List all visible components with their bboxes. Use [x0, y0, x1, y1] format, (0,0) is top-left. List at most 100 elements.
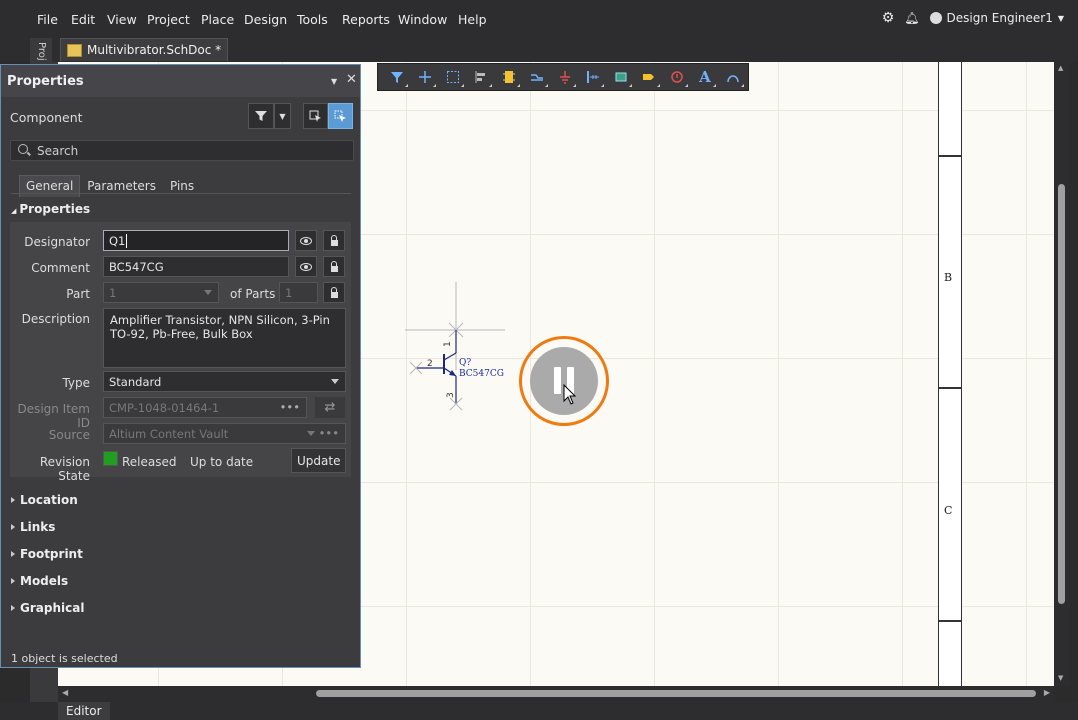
menu-edit[interactable]: Edit	[71, 12, 95, 27]
part-label: Part	[66, 287, 90, 301]
scroll-down-arrow-icon[interactable]: ▼	[1058, 674, 1063, 682]
section-graphical-header[interactable]: Graphical	[11, 601, 84, 615]
revision-status-swatch	[103, 451, 118, 466]
bell-icon[interactable]: 🔔︎	[904, 11, 919, 25]
video-pause-button[interactable]	[519, 336, 609, 426]
comment-visibility-button[interactable]	[295, 256, 317, 277]
select-objects-icon	[309, 110, 321, 122]
filter-dropdown-button[interactable]: ▼	[274, 103, 291, 129]
menu-project[interactable]: Project	[147, 12, 190, 27]
menu-file[interactable]: File	[37, 12, 58, 27]
vertical-scrollbar[interactable]: ▲ ▼	[1054, 62, 1070, 686]
pin-number-2: 2	[427, 359, 433, 369]
designator-visibility-button[interactable]	[295, 230, 317, 251]
bus-entry-icon[interactable]	[582, 66, 604, 88]
tab-divider	[11, 193, 351, 194]
crosshair-move-icon[interactable]	[414, 66, 436, 88]
lock-icon	[330, 286, 338, 298]
gear-icon[interactable]: ⚙	[882, 10, 895, 26]
search-input[interactable]	[35, 143, 339, 159]
vertical-scroll-thumb[interactable]	[1058, 184, 1065, 604]
horizontal-scroll-thumb[interactable]	[316, 690, 1036, 697]
scroll-right-arrow-icon[interactable]: ▶	[1044, 688, 1050, 697]
arc-icon[interactable]	[722, 66, 744, 88]
editor-tab[interactable]: Editor	[58, 702, 110, 720]
select-rectangle-icon[interactable]	[442, 66, 464, 88]
update-button[interactable]: Update	[291, 448, 346, 473]
sheet-symbol-icon[interactable]	[610, 66, 632, 88]
selection-status: 1 object is selected	[11, 652, 118, 665]
section-location-label: Location	[20, 493, 78, 507]
search-icon	[18, 144, 28, 154]
menu-view[interactable]: View	[107, 12, 137, 27]
designator-lock-button[interactable]	[323, 230, 345, 251]
source-select: Altium Content Vault •••	[103, 423, 346, 444]
swap-component-button[interactable]: ⇄	[315, 397, 345, 418]
panel-title-bar[interactable]: Properties ▼ ✕	[1, 65, 360, 97]
source-value: Altium Content Vault	[109, 427, 229, 441]
active-bar-toolbar: A	[377, 63, 749, 91]
menu-help[interactable]: Help	[458, 12, 487, 27]
directive-icon[interactable]	[666, 66, 688, 88]
chevron-right-icon	[11, 497, 15, 503]
port-icon[interactable]	[638, 66, 660, 88]
design-item-id-field: CMP-1048-01464-1 •••	[103, 397, 307, 418]
zone-label-c: C	[944, 504, 953, 517]
design-item-id-value: CMP-1048-01464-1	[109, 401, 220, 415]
place-part-icon[interactable]	[498, 66, 520, 88]
text-string-icon[interactable]: A	[694, 66, 716, 88]
transistor-symbol[interactable]: 1 2 3 Q? BC547CG	[400, 280, 520, 420]
designator-label: Designator	[24, 235, 90, 249]
properties-group: Designator Q1 Comment BC547CG Part 1 of …	[10, 222, 351, 483]
menu-tools[interactable]: Tools	[297, 12, 328, 27]
pin-number-1: 1	[443, 341, 453, 347]
section-footprint-header[interactable]: Footprint	[11, 547, 83, 561]
section-models-label: Models	[20, 574, 69, 588]
user-menu[interactable]: Design Engineer1 ▼	[929, 11, 1064, 25]
panel-menu-chevron-icon[interactable]: ▼	[331, 77, 337, 86]
designator-value: Q1	[109, 234, 126, 248]
place-wire-icon[interactable]	[526, 66, 548, 88]
menu-place[interactable]: Place	[201, 12, 234, 27]
zone-divider	[939, 155, 961, 157]
properties-panel: Properties ▼ ✕ Component ▼ General Param…	[0, 64, 361, 668]
pin-number-3: 3	[446, 392, 456, 398]
select-mode-button[interactable]	[303, 103, 328, 129]
menu-design[interactable]: Design	[244, 12, 287, 27]
scroll-up-arrow-icon[interactable]: ▲	[1058, 64, 1063, 72]
type-select[interactable]: Standard	[103, 371, 346, 392]
selection-filter-button[interactable]	[248, 103, 274, 129]
projects-side-tab[interactable]: Proj	[30, 38, 52, 62]
part-lock-button[interactable]	[323, 282, 345, 303]
section-links-header[interactable]: Links	[11, 520, 55, 534]
comment-lock-button[interactable]	[323, 256, 345, 277]
schematic-doc-icon	[67, 43, 82, 57]
lock-icon	[330, 260, 338, 272]
chevron-down-icon: ▼	[1057, 13, 1064, 23]
description-field[interactable]: Amplifier Transistor, NPN Silicon, 3-Pin…	[103, 308, 346, 368]
scroll-left-arrow-icon[interactable]: ◀	[62, 688, 68, 697]
section-properties-header[interactable]: ◢ Properties	[11, 202, 90, 216]
comment-field[interactable]: BC547CG	[103, 256, 289, 277]
filter-icon[interactable]	[386, 66, 408, 88]
section-location-header[interactable]: Location	[11, 493, 78, 507]
ground-port-icon[interactable]	[554, 66, 576, 88]
part-select[interactable]: 1	[103, 282, 219, 303]
revision-state-value: Released	[122, 455, 177, 469]
design-item-id-label: Design Item ID	[17, 402, 90, 430]
menu-reports[interactable]: Reports	[342, 12, 390, 27]
mouse-cursor-icon	[563, 384, 577, 405]
more-options-icon[interactable]: •••	[280, 400, 300, 414]
comment-label: Comment	[31, 261, 90, 275]
menu-window[interactable]: Window	[398, 12, 447, 27]
designator-field[interactable]: Q1	[103, 230, 289, 251]
section-models-header[interactable]: Models	[11, 574, 68, 588]
close-icon[interactable]: ✕	[346, 72, 357, 87]
chevron-right-icon	[11, 551, 15, 557]
select-cursor-button[interactable]	[328, 103, 353, 129]
horizontal-scrollbar[interactable]: ◀ ▶	[58, 686, 1054, 702]
search-box[interactable]	[10, 140, 354, 161]
document-tab[interactable]: Multivibrator.SchDoc *	[60, 38, 229, 61]
chevron-down-icon	[204, 290, 212, 295]
align-icon[interactable]	[470, 66, 492, 88]
